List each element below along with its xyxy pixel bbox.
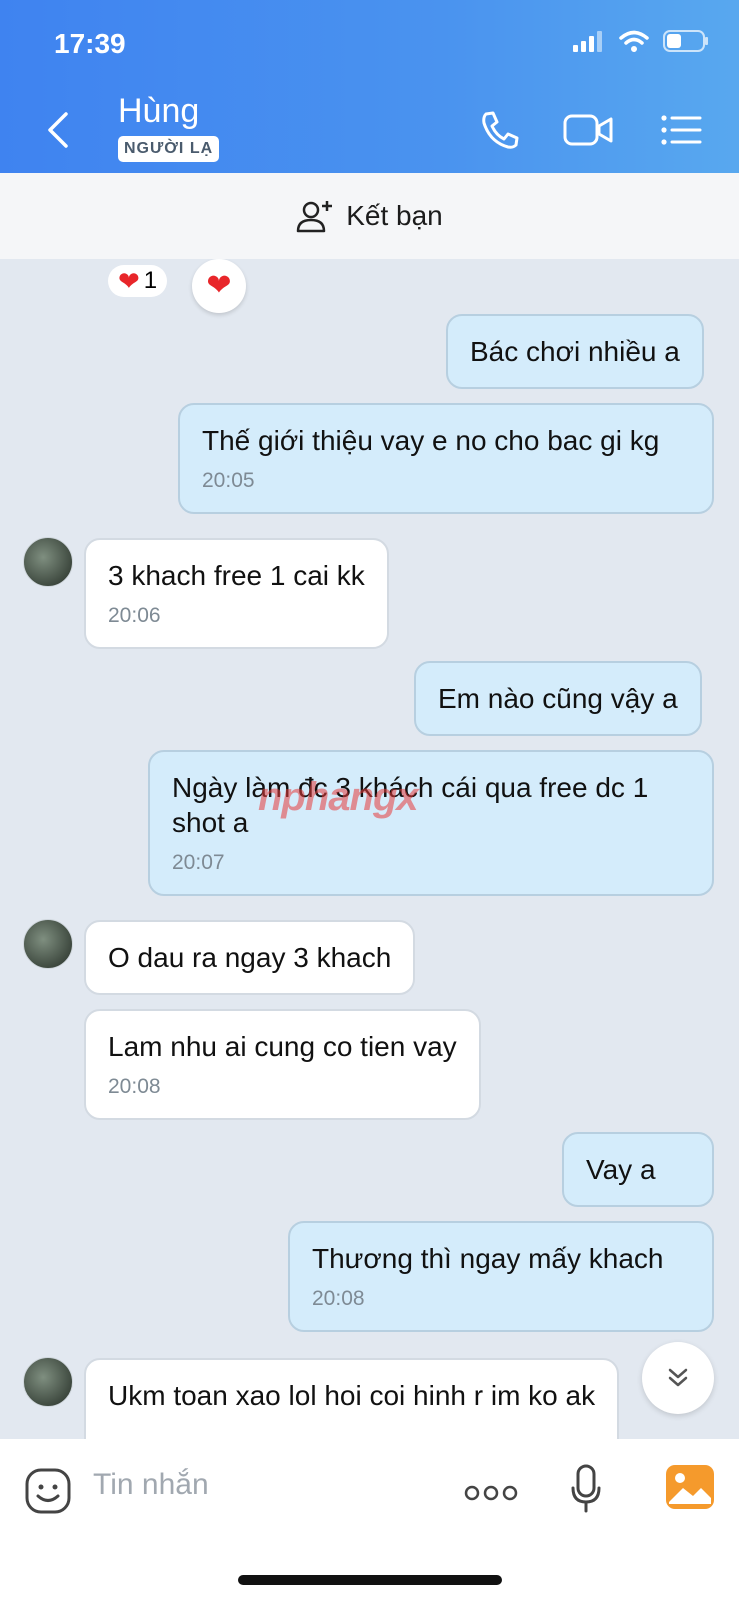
watermark: nphangx (258, 775, 419, 819)
avatar[interactable] (23, 1357, 73, 1407)
reaction-count: 1 (143, 267, 158, 294)
message-input[interactable]: Tin nhắn (93, 1468, 209, 1502)
message-text: Em nào cũng vậy a (438, 683, 678, 714)
chevron-down-icon (668, 1368, 688, 1387)
message-time: 20:08 (108, 1075, 161, 1098)
message-text: Ukm toan xao lol hoi coi hinh r im ko ak (108, 1380, 596, 1411)
stranger-badge: NGƯỜI LẠ (118, 136, 220, 162)
emoji-icon[interactable] (24, 1467, 72, 1515)
message-bubble[interactable]: O dau ra ngay 3 khach (84, 920, 416, 995)
message-text: 3 khach free 1 cai kk (108, 560, 365, 591)
add-friend-icon (296, 201, 333, 233)
message-bubble[interactable]: Thế giới thiệu vay e no cho bac gi kg 20… (178, 403, 714, 515)
heart-icon: ❤ (206, 269, 232, 302)
message-list[interactable]: ❤ 1 ❤ Bác chơi nhiều a Thế giới thiệu va… (0, 259, 739, 1439)
wifi-icon (619, 30, 649, 52)
message-time: 20:07 (172, 851, 225, 874)
status-icons (573, 30, 709, 52)
menu-icon[interactable] (658, 108, 706, 152)
message-text: Thế giới thiệu vay e no cho bac gi kg (202, 425, 660, 456)
message-time: 20:06 (108, 604, 161, 627)
add-friend-button[interactable]: Kết bạn (0, 173, 739, 259)
reaction-summary[interactable]: ❤ 1 (108, 265, 168, 297)
mic-icon[interactable] (570, 1464, 602, 1514)
message-bubble[interactable]: Bác chơi nhiều a (446, 314, 704, 389)
scroll-to-bottom-button[interactable] (642, 1342, 714, 1414)
message-time: 20:08 (312, 1287, 365, 1310)
image-icon[interactable] (665, 1464, 715, 1510)
message-text: Vay a (586, 1154, 656, 1185)
chat-header: 17:39 Hùng NGƯỜI LẠ (0, 0, 739, 173)
message-bubble[interactable]: Em nào cũng vậy a (414, 661, 702, 736)
add-friend-label: Kết bạn (346, 200, 443, 231)
message-text: Bác chơi nhiều a (470, 336, 680, 367)
status-time: 17:39 (54, 28, 126, 59)
more-icon[interactable] (464, 1485, 518, 1501)
message-bubble[interactable]: Lam nhu ai cung co tien vay 20:08 (84, 1009, 481, 1121)
message-bubble[interactable]: Ngày làm đc 3 khách cái qua free dc 1 sh… (148, 750, 714, 897)
react-button[interactable]: ❤ (192, 259, 246, 313)
message-bubble[interactable]: Thương thì ngay mấy khach 20:08 (288, 1221, 714, 1333)
heart-icon: ❤ (118, 266, 140, 296)
home-indicator (238, 1575, 502, 1585)
phone-icon[interactable] (476, 108, 524, 152)
signal-icon (573, 31, 602, 52)
message-bubble[interactable]: 3 khach free 1 cai kk 20:06 (84, 538, 389, 650)
message-bubble[interactable]: Vay a (562, 1132, 714, 1207)
message-text: Lam nhu ai cung co tien vay (108, 1031, 457, 1062)
video-icon[interactable] (563, 108, 615, 152)
message-time: 20:05 (202, 469, 255, 492)
message-text: O dau ra ngay 3 khach (108, 942, 392, 973)
avatar[interactable] (23, 919, 73, 969)
message-text: Thương thì ngay mấy khach (312, 1243, 664, 1274)
avatar[interactable] (23, 537, 73, 587)
contact-name[interactable]: Hùng (118, 92, 199, 131)
back-icon[interactable] (40, 108, 80, 152)
message-bubble[interactable]: Ukm toan xao lol hoi coi hinh r im ko ak (84, 1358, 620, 1439)
battery-icon (663, 30, 708, 52)
